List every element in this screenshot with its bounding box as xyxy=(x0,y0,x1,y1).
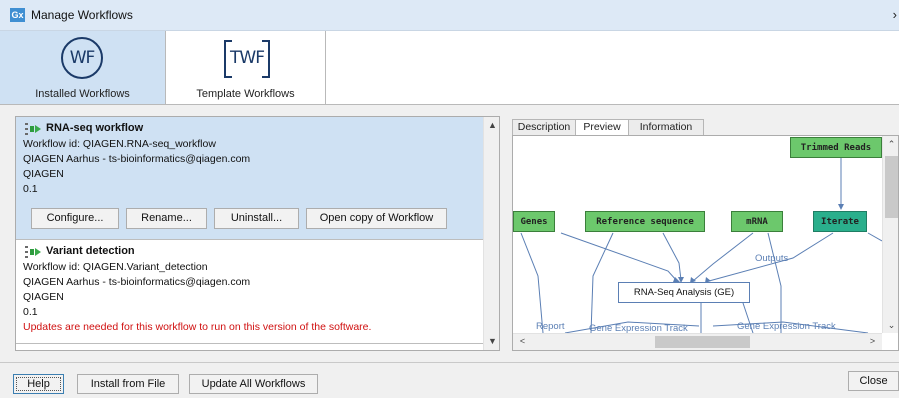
tab-installed-workflows[interactable]: WF Installed Workflows xyxy=(0,31,166,104)
preview-vertical-scrollbar[interactable]: ⌃ ⌄ xyxy=(882,136,898,333)
node-trimmed-reads[interactable]: Trimmed Reads xyxy=(790,137,882,158)
workflow-glyph-icon xyxy=(25,123,41,135)
node-reference-sequence[interactable]: Reference sequence xyxy=(585,211,705,232)
workflow-edges xyxy=(520,158,882,333)
workflow-author: QIAGEN Aarhus - ts-bioinformatics@qiagen… xyxy=(23,276,251,288)
workflow-vendor: QIAGEN xyxy=(23,168,64,180)
node-genes[interactable]: Genes xyxy=(513,211,555,232)
preview-horizontal-scrollbar[interactable]: < > xyxy=(513,333,882,350)
install-from-file-button[interactable]: Install from File xyxy=(77,374,179,394)
workflow-preview[interactable]: Trimmed Reads Genes Reference sequence m… xyxy=(512,135,899,351)
workflow-author: QIAGEN Aarhus - ts-bioinformatics@qiagen… xyxy=(23,153,251,165)
close-button[interactable]: Close xyxy=(848,371,899,391)
workflow-id: Workflow id: QIAGEN.RNA-seq_workflow xyxy=(23,138,216,150)
edge-label-report: Report xyxy=(536,321,565,332)
workflow-glyph-icon xyxy=(25,246,41,258)
configure-button[interactable]: Configure... xyxy=(31,208,119,229)
list-scrollbar[interactable]: ▲ ▼ xyxy=(483,117,499,350)
workflow-name: RNA-seq workflow xyxy=(46,122,144,134)
open-copy-button[interactable]: Open copy of Workflow xyxy=(306,208,447,229)
scroll-left-icon[interactable]: < xyxy=(514,336,531,346)
window-titlebar: Gx Manage Workflows › xyxy=(0,0,899,31)
help-button[interactable]: Help xyxy=(13,374,64,394)
update-warning: Updates are needed for this workflow to … xyxy=(23,321,372,333)
scroll-right-icon[interactable]: > xyxy=(864,336,881,346)
app-logo-icon: Gx xyxy=(10,8,25,22)
scroll-up-icon[interactable]: ⌃ xyxy=(883,139,898,150)
workflow-icon: WF xyxy=(61,37,103,79)
template-workflow-icon: TWF xyxy=(224,40,270,78)
footer-divider xyxy=(0,362,899,363)
scroll-down-icon[interactable]: ⌄ xyxy=(883,320,898,331)
tab-template-workflows[interactable]: TWF Template Workflows xyxy=(166,31,326,104)
tab-description[interactable]: Description xyxy=(512,119,576,136)
workflow-list: RNA-seq workflow Workflow id: QIAGEN.RNA… xyxy=(15,116,500,351)
edge-label-outputs: Outputs xyxy=(755,253,789,264)
workflow-name: Variant detection xyxy=(46,245,135,257)
tab-template-workflows-label: Template Workflows xyxy=(196,88,295,100)
node-mrna[interactable]: mRNA xyxy=(731,211,783,232)
scroll-thumb[interactable] xyxy=(885,156,898,218)
node-rna-seq-analysis[interactable]: RNA-Seq Analysis (GE) xyxy=(618,282,750,303)
workflow-id: Workflow id: QIAGEN.Variant_detection xyxy=(23,261,208,273)
uninstall-button[interactable]: Uninstall... xyxy=(214,208,299,229)
workflow-version: 0.1 xyxy=(23,183,38,195)
window-title: Manage Workflows xyxy=(31,8,133,22)
tab-installed-workflows-label: Installed Workflows xyxy=(35,88,130,100)
workflow-version: 0.1 xyxy=(23,306,38,318)
edge-label-gene-expression-track: Gene Expression Track xyxy=(737,321,836,332)
list-divider xyxy=(16,343,483,344)
chevron-right-icon[interactable]: › xyxy=(893,7,897,22)
workflow-type-tabbar: WF Installed Workflows TWF Template Work… xyxy=(0,31,899,105)
workflow-vendor: QIAGEN xyxy=(23,291,64,303)
node-iterate[interactable]: Iterate xyxy=(813,211,867,232)
tab-information[interactable]: Information xyxy=(628,119,704,136)
scroll-up-icon[interactable]: ▲ xyxy=(484,120,499,130)
scroll-thumb[interactable] xyxy=(655,336,750,348)
workflow-item-variant-detection[interactable]: Variant detection Workflow id: QIAGEN.Va… xyxy=(16,240,483,345)
workflow-item-rna-seq[interactable]: RNA-seq workflow Workflow id: QIAGEN.RNA… xyxy=(16,117,483,239)
rename-button[interactable]: Rename... xyxy=(126,208,207,229)
update-all-workflows-button[interactable]: Update All Workflows xyxy=(189,374,318,394)
scroll-down-icon[interactable]: ▼ xyxy=(484,336,499,346)
